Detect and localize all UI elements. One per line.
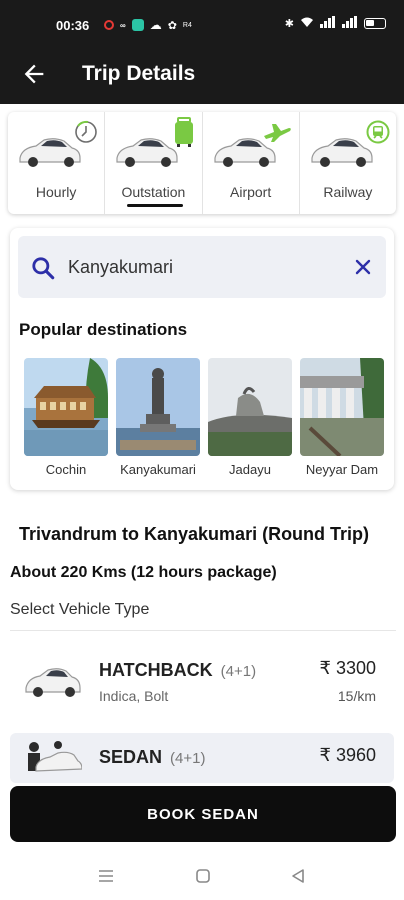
destinations-carousel[interactable]: Cochin Kanyakumari Jadayu Neyyar Dam (24, 358, 386, 482)
luggage-icon (174, 117, 193, 147)
select-vehicle-label: Select Vehicle Type (10, 601, 150, 618)
battery-icon (364, 18, 386, 29)
vehicle-name: HATCHBACK (4+1) (99, 660, 256, 681)
tab-label: Airport (230, 184, 272, 200)
search-input[interactable] (68, 254, 338, 280)
cloud-icon: ☁ (149, 18, 162, 32)
trip-distance: About 220 Kms (12 hours package) (10, 564, 277, 581)
route-title: Trivandrum to Kanyakumari (Round Trip) (19, 524, 370, 544)
search-box[interactable] (18, 236, 386, 298)
vehicle-models: Indica, Bolt (99, 688, 169, 704)
vehicle-type: SEDAN (99, 747, 163, 767)
tab-hourly[interactable]: Hourly (8, 112, 106, 214)
tab-label: Railway (323, 184, 373, 200)
notification-icons: ∞ ☁ ✿ R4 (104, 18, 192, 32)
status-time: 00:36 (56, 18, 90, 33)
oppo-icon: ∞ (120, 20, 126, 30)
destination-card: Popular destinations Cochin (10, 228, 394, 490)
tab-label: Hourly (35, 184, 77, 200)
book-button[interactable]: BOOK SEDAN (10, 786, 396, 842)
destination-label: Neyyar Dam (305, 462, 379, 477)
search-icon (32, 257, 55, 280)
vehicle-option-sedan[interactable]: SEDAN (4+1) ₹ 3960 (10, 733, 394, 783)
close-icon[interactable] (354, 258, 372, 276)
arrow-left-icon[interactable] (20, 60, 48, 88)
signal-icon (320, 16, 336, 31)
selected-tab-indicator (127, 204, 184, 207)
home-icon[interactable] (195, 868, 211, 884)
destination-item[interactable]: Neyyar Dam (300, 358, 384, 477)
tab-outstation[interactable]: Outstation (105, 112, 203, 214)
destination-label: Jadayu (229, 462, 271, 477)
airplane-icon (263, 124, 291, 142)
tab-airport[interactable]: Airport (203, 112, 300, 214)
page-title: Trip Details (82, 62, 196, 85)
signal-icon-2 (342, 16, 358, 31)
jadayu-rock-image (208, 358, 292, 456)
network-label: R4 (182, 21, 192, 29)
vehicle-type: HATCHBACK (99, 660, 213, 680)
destination-label: Cochin (45, 462, 87, 477)
vehicle-option-hatchback[interactable]: HATCHBACK (4+1) Indica, Bolt ₹ 3300 15/km (10, 644, 394, 724)
app-bar: Trip Details (0, 44, 404, 104)
vehicle-capacity: (4+1) (170, 750, 206, 767)
trip-type-tabs: Hourly Outstation Airport Railway (8, 112, 396, 214)
app-icon (131, 19, 144, 31)
vehicle-rate: 15/km (337, 688, 376, 704)
photos-icon: ✿ (167, 19, 177, 32)
vehicle-price: ₹ 3960 (319, 745, 377, 765)
menu-icon[interactable] (98, 868, 114, 884)
car-icon (25, 668, 81, 697)
destination-item[interactable]: Kanyakumari (116, 358, 200, 477)
clock-icon (75, 120, 98, 143)
train-icon (366, 120, 390, 144)
divider (10, 630, 396, 631)
statue-image (116, 358, 200, 456)
vehicle-price: ₹ 3300 (319, 658, 377, 678)
vehicle-name: SEDAN (4+1) (99, 747, 205, 768)
back-icon[interactable] (290, 868, 306, 884)
tab-label: Outstation (121, 184, 186, 200)
car-with-driver-icon (28, 741, 82, 772)
popular-destinations-title: Popular destinations (19, 320, 188, 339)
tab-railway[interactable]: Railway (300, 112, 396, 214)
houseboat-image (24, 358, 108, 456)
notification-icon (104, 20, 114, 30)
dam-image (300, 358, 384, 456)
destination-item[interactable]: Cochin (24, 358, 108, 477)
navigation-bar (0, 852, 404, 900)
destination-item[interactable]: Jadayu (208, 358, 292, 477)
system-icons: ✱ (285, 16, 386, 31)
destination-label: Kanyakumari (120, 462, 196, 477)
vehicle-capacity: (4+1) (220, 663, 257, 680)
wifi-icon (300, 16, 314, 31)
status-bar: 00:36 ∞ ☁ ✿ R4 ✱ (0, 0, 404, 44)
bluetooth-icon: ✱ (284, 18, 294, 30)
